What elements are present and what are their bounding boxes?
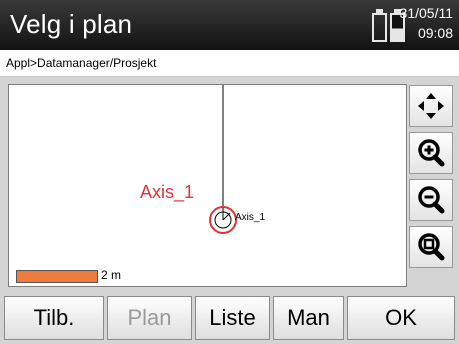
zoom-out-icon bbox=[418, 186, 445, 214]
zoom-fit-icon bbox=[418, 233, 445, 261]
battery-icon bbox=[372, 9, 387, 42]
date-display: 31/05/11 bbox=[399, 5, 453, 21]
breadcrumb-bar: Appl>Datamanager/Prosjekt bbox=[0, 50, 459, 77]
axis-label: Axis_1 bbox=[235, 212, 266, 223]
zoom-in-button[interactable] bbox=[409, 132, 453, 174]
zoom-fit-button[interactable] bbox=[409, 226, 453, 268]
plan-view[interactable]: Axis_1 Axis_1 2 m bbox=[8, 84, 407, 287]
plan-button[interactable]: Plan bbox=[107, 296, 192, 340]
breadcrumb: Appl>Datamanager/Prosjekt bbox=[6, 56, 157, 70]
scale-bar bbox=[16, 270, 98, 283]
softkey-bar: Tilb. Plan Liste Man OK bbox=[0, 292, 459, 344]
scale-label: 2 m bbox=[101, 268, 122, 282]
ok-button[interactable]: OK bbox=[347, 296, 455, 340]
axis-point-marker bbox=[222, 212, 231, 221]
time-display: 09:08 bbox=[417, 25, 453, 41]
main-area: Axis_1 Axis_1 2 m bbox=[0, 77, 459, 292]
axis-label-highlight: Axis_1 bbox=[140, 182, 195, 202]
page-title: Velg i plan bbox=[10, 9, 133, 39]
zoom-in-icon bbox=[418, 139, 445, 167]
manual-button[interactable]: Man bbox=[273, 296, 344, 340]
list-button[interactable]: Liste bbox=[195, 296, 270, 340]
title-bar: Velg i plan 31/05/11 09:08 bbox=[0, 0, 459, 50]
plan-drawing bbox=[209, 85, 237, 234]
pan-button[interactable] bbox=[409, 85, 453, 127]
back-button[interactable]: Tilb. bbox=[4, 296, 104, 340]
pan-arrows-icon bbox=[418, 93, 444, 119]
zoom-out-button[interactable] bbox=[409, 179, 453, 221]
